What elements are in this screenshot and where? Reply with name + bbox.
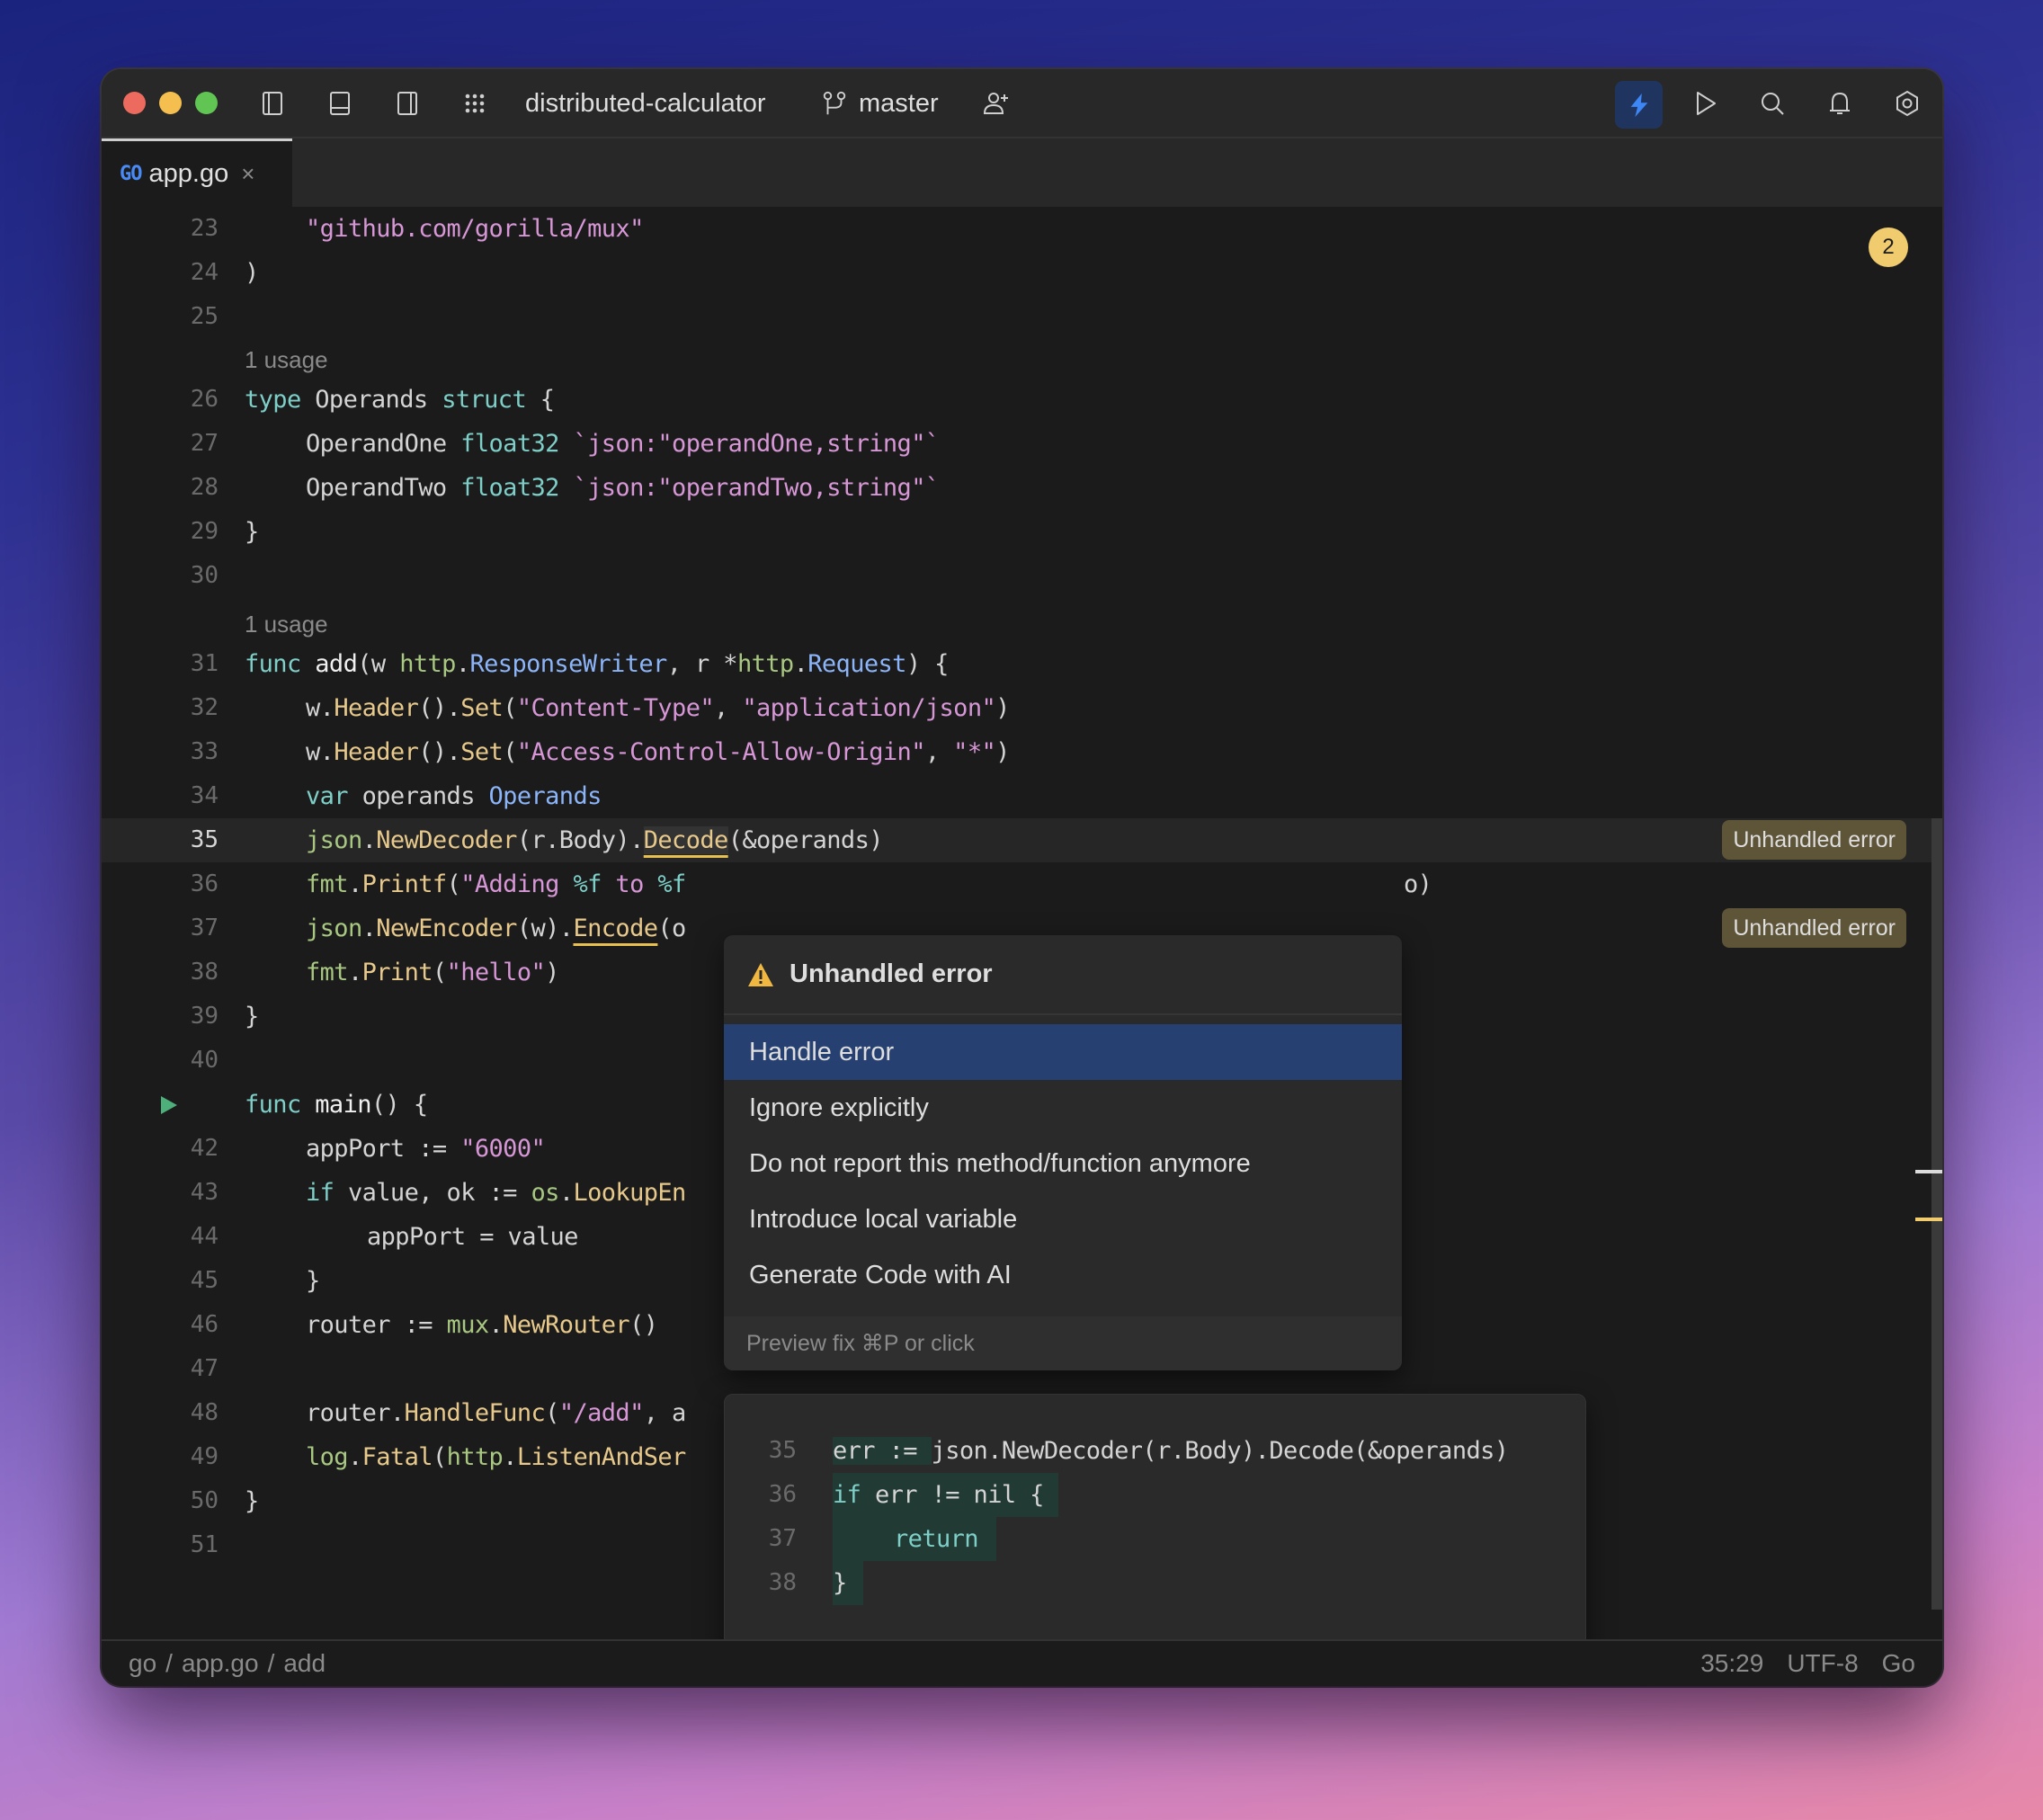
breadcrumb: go / app.go / add (129, 1649, 326, 1677)
scroll-marker-warning[interactable] (1915, 1218, 1942, 1221)
line-number: 35 (190, 826, 219, 853)
quickfix-popup: Unhandled error Handle error Ignore expl… (724, 935, 1402, 1370)
usage-hint[interactable]: 1 usage (245, 342, 328, 378)
quickfix-item-introduce-variable[interactable]: Introduce local variable (724, 1191, 1402, 1247)
close-window-button[interactable] (123, 92, 146, 114)
code-line: 34 var operands Operands (102, 774, 1942, 818)
line-number: 47 (190, 1355, 219, 1382)
line-number: 50 (190, 1487, 219, 1514)
settings-icon[interactable] (1889, 85, 1925, 121)
line-number: 26 (190, 386, 219, 413)
status-right: 35:29 UTF-8 Go (1700, 1641, 1915, 1686)
line-number: 51 (190, 1531, 219, 1558)
code-editor[interactable]: 2 23 "github.com/gorilla/mux" 24 ) 25 1 … (102, 207, 1942, 1672)
quickfix-item-generate-ai[interactable]: Generate Code with AI (724, 1247, 1402, 1303)
branch-name: master (859, 88, 939, 118)
sidebar-right-icon[interactable] (389, 85, 425, 121)
code-line: 32 w.Header().Set("Content-Type", "appli… (102, 686, 1942, 730)
line-number: 46 (190, 1311, 219, 1338)
tab-label: app.go (148, 159, 229, 188)
ai-assistant-button[interactable] (1615, 81, 1663, 129)
line-number: 49 (190, 1443, 219, 1470)
code-line: 23 "github.com/gorilla/mux" (102, 207, 1942, 251)
line-number: 34 (190, 782, 219, 809)
fix-preview-panel: 35 err := json.NewDecoder(r.Body).Decode… (724, 1394, 1586, 1672)
line-number: 48 (190, 1399, 219, 1426)
code-line: 36 fmt.Printf("Adding %f to %f o) (102, 862, 1942, 906)
code-line: 26 type Operands struct { (102, 378, 1942, 422)
file-encoding[interactable]: UTF-8 (1787, 1641, 1858, 1686)
line-number: 30 (190, 562, 219, 589)
status-bar: go / app.go / add 35:29 UTF-8 Go (102, 1639, 1942, 1686)
quickfix-item-handle-error[interactable]: Handle error (724, 1024, 1402, 1080)
code-line-current: 35 json.NewDecoder(r.Body).Decode(&opera… (102, 818, 1942, 862)
code-line: 30 (102, 554, 1942, 598)
search-icon[interactable] (1754, 85, 1790, 121)
line-number: 29 (190, 518, 219, 545)
grid-menu-icon[interactable] (457, 85, 493, 121)
scroll-marker-caret (1915, 1170, 1942, 1173)
unhandled-error-call[interactable]: Decode (643, 826, 728, 854)
project-name[interactable]: distributed-calculator (525, 84, 766, 123)
line-number: 45 (190, 1267, 219, 1294)
unhandled-error-hint[interactable]: Unhandled error (1722, 908, 1906, 948)
close-tab-icon[interactable]: × (241, 160, 254, 188)
line-number: 24 (190, 259, 219, 286)
code-line: 31 func add(w http.ResponseWriter, r *ht… (102, 642, 1942, 686)
usage-hint[interactable]: 1 usage (245, 606, 328, 642)
line-number: 31 (190, 650, 219, 677)
code-line: 33 w.Header().Set("Access-Control-Allow-… (102, 730, 1942, 774)
panel-bottom-icon[interactable] (322, 85, 358, 121)
minimize-window-button[interactable] (159, 92, 182, 114)
breadcrumb-item[interactable]: go (129, 1649, 156, 1677)
line-number: 39 (190, 1003, 219, 1030)
code-line: 29 } (102, 510, 1942, 554)
maximize-window-button[interactable] (195, 92, 218, 114)
line-number: 38 (190, 959, 219, 986)
line-number: 33 (190, 738, 219, 765)
line-number: 43 (190, 1179, 219, 1206)
title-bar: distributed-calculator master (102, 69, 1942, 138)
lightning-icon (1630, 93, 1647, 117)
branch-selector[interactable]: master (821, 84, 939, 123)
line-number: 23 (190, 215, 219, 242)
run-main-icon[interactable] (156, 1083, 183, 1127)
bell-icon[interactable] (1822, 85, 1858, 121)
add-user-icon[interactable] (978, 85, 1014, 121)
go-file-icon: GO (120, 163, 142, 185)
cursor-position[interactable]: 35:29 (1700, 1641, 1763, 1686)
vertical-scrollbar[interactable] (1931, 818, 1942, 1610)
line-number: 27 (190, 430, 219, 457)
code-line: 24 ) (102, 251, 1942, 295)
line-number: 25 (190, 303, 219, 330)
line-number: 44 (190, 1223, 219, 1250)
quickfix-list: Handle error Ignore explicitly Do not re… (724, 1015, 1402, 1303)
quickfix-item-do-not-report[interactable]: Do not report this method/function anymo… (724, 1136, 1402, 1191)
line-number: 28 (190, 474, 219, 501)
unhandled-error-call[interactable]: Encode (573, 914, 658, 942)
line-number: 36 (190, 870, 219, 897)
tab-bar: GO app.go × (102, 138, 1942, 207)
unhandled-error-hint[interactable]: Unhandled error (1722, 820, 1906, 860)
line-number: 37 (190, 914, 219, 941)
sidebar-left-icon[interactable] (254, 85, 290, 121)
breadcrumb-item[interactable]: app.go (182, 1649, 259, 1677)
line-number: 32 (190, 694, 219, 721)
code-line: 25 (102, 295, 1942, 339)
line-number: 42 (190, 1135, 219, 1162)
line-number: 40 (190, 1047, 219, 1074)
code-line: 27 OperandOne float32 `json:"operandOne,… (102, 422, 1942, 466)
git-branch-icon (823, 91, 846, 115)
run-icon[interactable] (1687, 85, 1723, 121)
popup-title: Unhandled error (790, 959, 993, 988)
quickfix-item-ignore-explicitly[interactable]: Ignore explicitly (724, 1080, 1402, 1136)
warning-icon (748, 962, 773, 986)
file-language[interactable]: Go (1882, 1641, 1915, 1686)
popup-header: Unhandled error (724, 935, 1402, 1015)
ide-window: distributed-calculator master GO app.go … (102, 69, 1942, 1686)
tab-app-go[interactable]: GO app.go × (102, 138, 292, 207)
popup-footer-hint: Preview fix ⌘P or click (724, 1316, 1402, 1370)
breadcrumb-item[interactable]: add (283, 1649, 326, 1677)
code-line: 28 OperandTwo float32 `json:"operandTwo,… (102, 466, 1942, 510)
